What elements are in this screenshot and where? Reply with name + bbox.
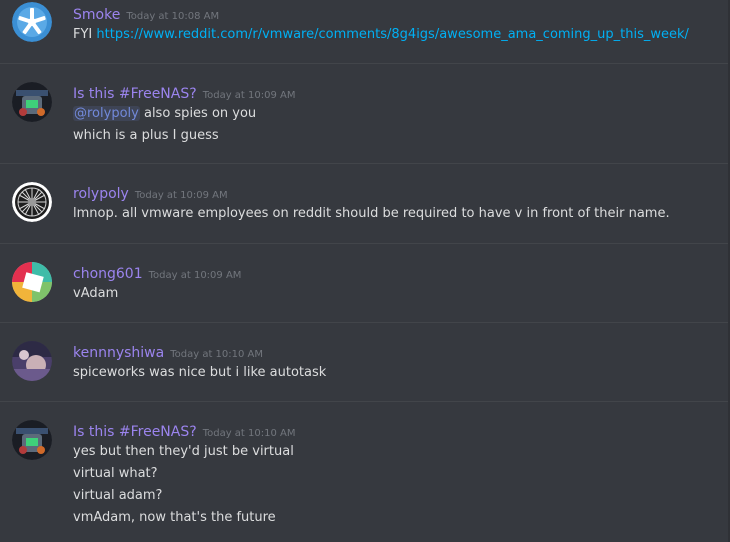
photo-avatar[interactable] [12,341,52,381]
message-text: virtual adam? [73,488,163,503]
message-header: Smoke Today at 10:08 AM [73,4,219,24]
message-text: virtual what? [73,466,158,481]
username[interactable]: rolypoly [73,186,129,202]
message-header: Is this #FreeNAS? Today at 10:10 AM [73,421,295,441]
chat-messages: Smoke Today at 10:08 AM FYI https://www.r… [0,0,730,542]
message-header: kennnyshiwa Today at 10:10 AM [73,342,263,362]
timestamp: Today at 10:10 AM [170,349,264,360]
timestamp: Today at 10:09 AM [134,190,228,201]
colorful-avatar[interactable] [12,262,52,302]
timestamp: Today at 10:09 AM [148,270,242,281]
message-prefix: FYI [73,27,97,42]
reddit-link[interactable]: https://www.reddit.com/r/vmware/comments… [96,27,689,42]
message-group: chong601 Today at 10:09 AM vAdam [0,244,728,324]
message-text: lmnop. all vmware employees on reddit sh… [73,206,670,221]
message-text: FYI https://www.reddit.com/r/vmware/comm… [73,26,689,44]
wheel-avatar[interactable] [12,182,52,222]
user-mention[interactable]: @rolypoly [73,106,140,121]
message-text: @rolypoly also spies on you [73,105,256,123]
username[interactable]: Is this #FreeNAS? [73,86,197,102]
message-group: rolypoly Today at 10:09 AM lmnop. all vmw… [0,164,728,244]
timestamp: Today at 10:08 AM [126,11,220,22]
username[interactable]: kennnyshiwa [73,345,164,361]
timestamp: Today at 10:10 AM [202,428,296,439]
username[interactable]: Is this #FreeNAS? [73,424,197,440]
message-header: chong601 Today at 10:09 AM [73,263,241,283]
metroid-avatar[interactable] [12,82,52,122]
timestamp: Today at 10:09 AM [202,90,296,101]
message-group: kennnyshiwa Today at 10:10 AM spiceworks … [0,323,728,403]
message-group: Is this #FreeNAS? Today at 10:09 AM @roly… [0,64,728,164]
smoke-avatar[interactable] [12,2,52,42]
message-header: Is this #FreeNAS? Today at 10:09 AM [73,83,295,103]
message-text: yes but then they'd just be virtual [73,444,294,459]
message-text: spiceworks was nice but i like autotask [73,365,327,380]
message-header: rolypoly Today at 10:09 AM [73,183,228,203]
message-text: which is a plus I guess [73,128,219,143]
username[interactable]: chong601 [73,266,143,282]
message-text: vmAdam, now that's the future [73,510,276,525]
username[interactable]: Smoke [73,7,120,23]
message-text: vAdam [73,286,119,301]
message-group: Smoke Today at 10:08 AM FYI https://www.r… [0,0,728,64]
message-text-span: also spies on you [139,106,257,121]
message-group: Is this #FreeNAS? Today at 10:10 AM yes b… [0,402,728,542]
metroid-avatar[interactable] [12,420,52,460]
